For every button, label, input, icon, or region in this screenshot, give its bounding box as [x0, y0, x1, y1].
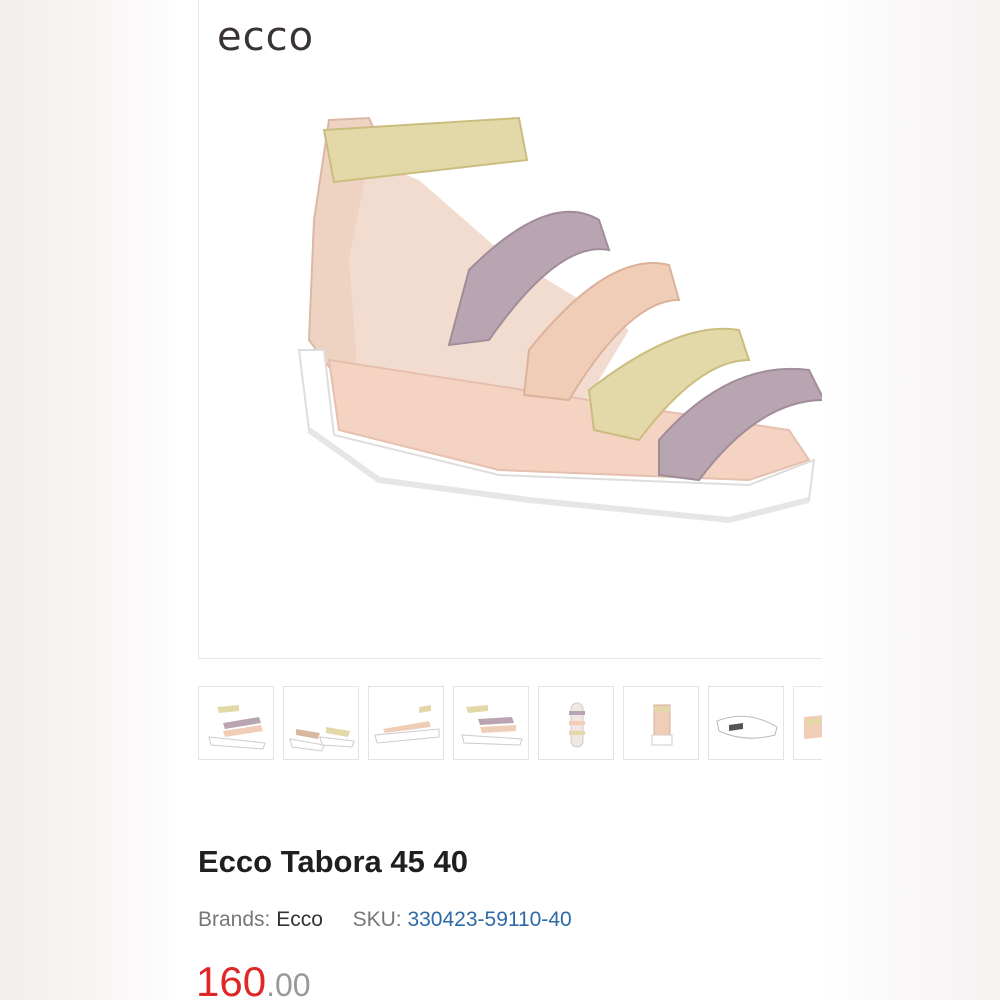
- brands-label: Brands:: [198, 908, 271, 931]
- product-title: Ecco Tabora 45 40: [198, 844, 468, 879]
- price-whole: 160: [196, 958, 267, 1000]
- sandal-top-view-icon: [569, 702, 585, 748]
- thumbnail-4[interactable]: [453, 686, 529, 760]
- thumbnail-3[interactable]: [368, 686, 444, 760]
- product-page: ecco Ecco Tabora 45 40 Brands: Ecco SKU:…: [180, 0, 822, 1000]
- thumbnail-6[interactable]: [623, 686, 699, 760]
- product-image-viewer[interactable]: ecco: [198, 0, 822, 659]
- brand-logo: ecco: [217, 14, 315, 60]
- thumbnail-7[interactable]: [708, 686, 784, 760]
- sku-label: SKU:: [352, 908, 402, 931]
- sandal-back-view-icon: [651, 704, 673, 746]
- thumbnail-5[interactable]: [538, 686, 614, 760]
- thumbnail-2[interactable]: [283, 686, 359, 760]
- thumbnail-strip: [198, 686, 822, 762]
- sandal-front-view-icon: [208, 705, 266, 750]
- price-decimal: .00: [266, 967, 311, 1000]
- product-meta: Brands: Ecco SKU: 330423-59110-40: [198, 908, 572, 932]
- sandal-pair-view-icon: [289, 727, 355, 752]
- background-blur-right: [822, 0, 1000, 1000]
- sandal-side-view-icon: [374, 705, 440, 744]
- thumbnail-8[interactable]: [793, 686, 822, 760]
- sandal-sole-view-icon: [716, 715, 778, 739]
- background-blur-left: [0, 0, 180, 1000]
- sandal-partial-view-icon: [804, 715, 822, 739]
- product-price: 160.00: [196, 958, 311, 1000]
- sandal-three-quarter-view-icon: [461, 705, 523, 746]
- thumbnail-1[interactable]: [198, 686, 274, 760]
- product-main-image[interactable]: [269, 100, 822, 560]
- sku-value: 330423-59110-40: [407, 908, 572, 931]
- brand-link[interactable]: Ecco: [276, 908, 323, 931]
